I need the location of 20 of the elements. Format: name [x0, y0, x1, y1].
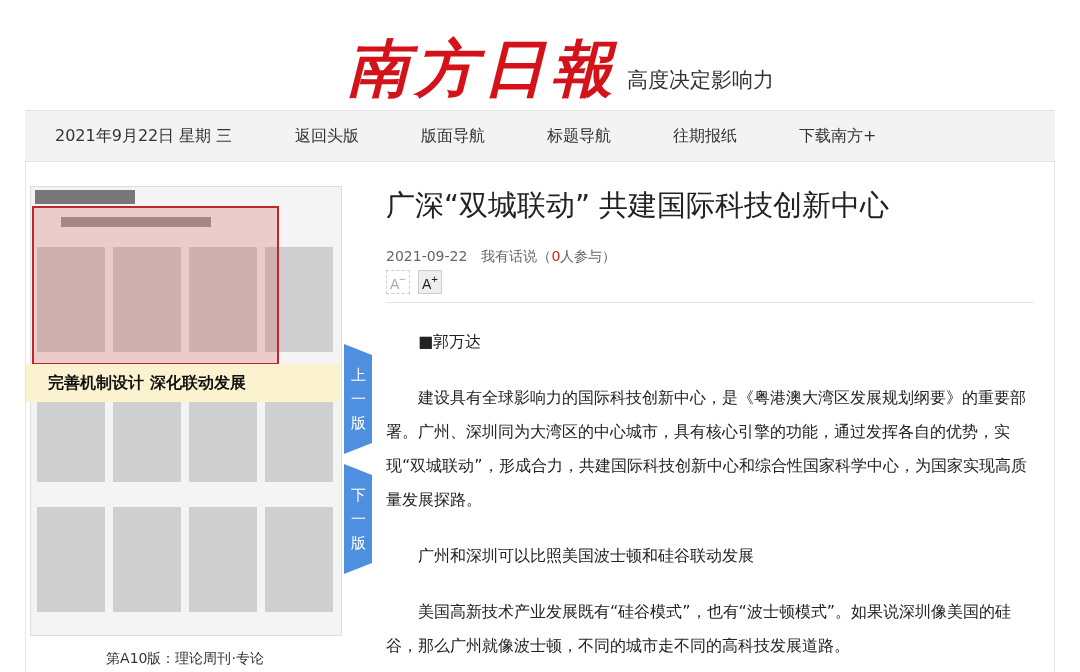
article-paragraph: 建设具有全球影响力的国际科技创新中心，是《粤港澳大湾区发展规划纲要》的重要部署。广州、深圳同为大湾区的中心城市，具有核心引擎的功能，通过发挥各自的优势，实现“双城联动”，形成合力，共建国际科技创新中心和综合性国家科学中心，为国家实现高质量发展探路。 [386, 387, 1028, 511]
date-label: 2021年9月22日 星期 三 [54, 125, 234, 147]
comment-link[interactable]: 我有话说 [481, 248, 538, 264]
nav-link[interactable]: 版面导航 [421, 125, 485, 147]
article-title: 广深“双城联动” 共建国际科技创新中心 [386, 187, 891, 224]
article-paragraph: 广州和深圳可以比照美国波士顿和硅谷联动发展 [417, 545, 755, 567]
nav-link[interactable]: 返回头版 [295, 125, 359, 147]
headline-tooltip: 完善机制设计 深化联动发展 [26, 364, 340, 402]
page-caption: 第A10版：理论周刊·专论 [105, 650, 265, 668]
slogan: 高度决定影响力 [626, 67, 774, 94]
nav-link[interactable]: 下载南方+ [799, 125, 877, 147]
selection-highlight[interactable] [32, 206, 279, 365]
nav-link[interactable]: 标题导航 [547, 125, 611, 147]
nav-link[interactable]: 往期报纸 [673, 125, 737, 147]
article-date: 2021-09-22 [386, 248, 468, 266]
font-increase-button[interactable]: A$^{+}$ [418, 270, 442, 294]
participant-count: （0人参与） [537, 248, 617, 264]
newspaper-logo: 南方日報 [346, 38, 619, 100]
article-paragraph: 美国高新技术产业发展既有“硅谷模式”，也有“波士顿模式”。如果说深圳像美国的硅谷，那么广州就像波士顿，不同的城市走不同的高科技发展道路。 [386, 601, 1013, 657]
author-line: ■郭万达 [417, 331, 483, 353]
